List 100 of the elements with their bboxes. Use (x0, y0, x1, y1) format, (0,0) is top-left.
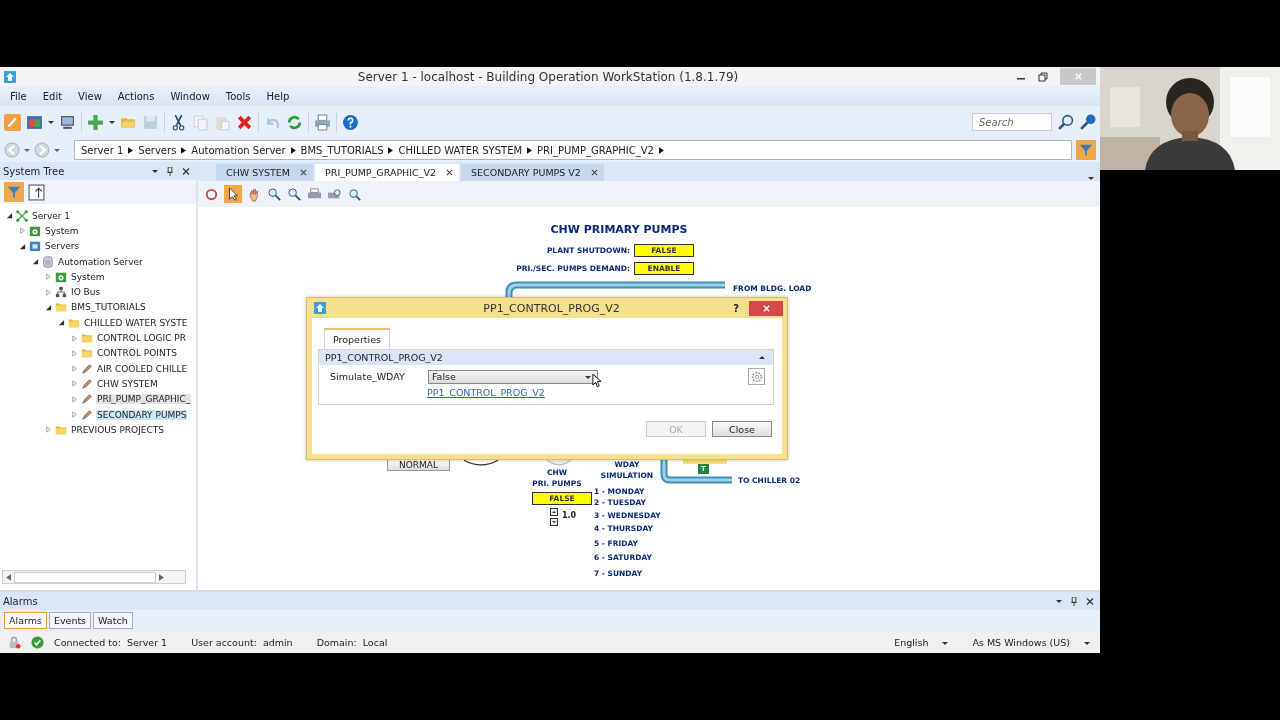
dropdown-icon[interactable] (48, 119, 54, 125)
document-tab[interactable]: SECONDARY PUMPS V2 (461, 164, 604, 181)
tree-item[interactable]: SECONDARY PUMPS (96, 409, 188, 420)
right-arrow-icon[interactable] (159, 573, 164, 581)
tree-item[interactable]: IO Bus (70, 287, 102, 298)
pump-speed: 1.0 (562, 511, 577, 520)
tree-item[interactable]: PRI_PUMP_GRAPHIC_ (96, 394, 192, 405)
cut-icon[interactable] (170, 113, 187, 131)
expanded-arrow-icon[interactable] (6, 212, 13, 220)
menu-item[interactable]: Help (258, 90, 298, 102)
close-icon[interactable] (446, 169, 453, 176)
tree-item[interactable]: PREVIOUS PROJECTS (70, 424, 166, 435)
refresh-icon[interactable] (286, 113, 303, 131)
pin-icon[interactable] (1070, 596, 1078, 606)
object-link[interactable]: PP1_CONTROL_PROG_V2 (427, 387, 545, 398)
menu-item[interactable]: View (70, 90, 110, 102)
language-dropdown[interactable]: English (894, 637, 949, 648)
search-field[interactable]: Search (972, 113, 1052, 131)
tree-item[interactable]: BMS_TUTORIALS (70, 302, 147, 313)
left-arrow-icon[interactable] (6, 573, 11, 581)
close-icon[interactable] (182, 166, 190, 176)
tree-item[interactable]: System (70, 271, 106, 282)
breadcrumb-item[interactable]: BMS_TUTORIALS (300, 144, 384, 156)
breadcrumb-item[interactable]: Server 1 (81, 144, 124, 156)
expanded-arrow-icon[interactable] (45, 303, 52, 311)
pane-tab[interactable]: Watch (93, 612, 133, 629)
menu-item[interactable]: Edit (34, 90, 71, 102)
format-dropdown[interactable]: As MS Windows (US) (972, 637, 1090, 648)
dropdown-icon[interactable] (152, 168, 158, 174)
expanded-arrow-icon[interactable] (19, 242, 26, 250)
collapse-icon[interactable] (759, 354, 765, 361)
search-icon[interactable] (1057, 113, 1074, 131)
breadcrumb-item[interactable]: PRI_PUMP_GRAPHIC_V2 (537, 144, 654, 156)
delete-icon[interactable] (236, 113, 253, 131)
pane-title: Alarms (3, 595, 38, 607)
menu-item[interactable]: Actions (109, 90, 163, 102)
monitor-icon[interactable] (59, 113, 76, 131)
search-help-icon[interactable] (1079, 113, 1096, 131)
dropdown-icon[interactable] (24, 147, 30, 153)
tree-item[interactable]: CONTROL POINTS (96, 348, 178, 359)
restore-icon[interactable] (1038, 71, 1048, 82)
select-tool[interactable] (224, 185, 242, 203)
document-tab[interactable]: CHW SYSTEM (216, 164, 314, 181)
address-bar[interactable]: Server 1 Servers Automation Server BMS_TUTORIALS CHILLED WATER SYSTEM PRI_PUMP_GRAPHIC_V2 (74, 140, 1072, 160)
tree-item[interactable]: AIR COOLED CHILLE (96, 363, 189, 374)
lock-icon (8, 636, 21, 649)
help-button[interactable]: ? (733, 302, 739, 314)
tree-item[interactable]: Automation Server (57, 256, 144, 267)
settings-button[interactable] (748, 368, 765, 385)
increase-icon[interactable] (550, 508, 558, 516)
zoom-icon[interactable] (347, 186, 362, 202)
section-title: PP1_CONTROL_PROG_V2 (325, 352, 443, 363)
zoom-fit-icon[interactable] (204, 186, 219, 202)
breadcrumb-item[interactable]: Automation Server (191, 144, 286, 156)
expanded-arrow-icon[interactable] (58, 319, 65, 327)
help-icon[interactable] (342, 113, 359, 131)
zoom-in-icon[interactable] (267, 186, 282, 202)
add-icon[interactable] (87, 113, 104, 131)
scrollbar[interactable] (2, 570, 186, 584)
close-icon[interactable] (590, 169, 598, 176)
close-dialog-button[interactable]: Close (712, 421, 772, 437)
menu-item[interactable]: Tools (217, 90, 259, 102)
pane-tab[interactable]: Alarms (4, 612, 47, 629)
gear-folder-icon (55, 270, 67, 283)
pencil-icon (81, 393, 93, 406)
pencil-icon (81, 408, 93, 421)
tree-item[interactable]: CHILLED WATER SYSTE (83, 317, 189, 328)
gear-folder-icon (29, 224, 41, 237)
breadcrumb-item[interactable]: Servers (138, 144, 177, 156)
tree-item[interactable]: CONTROL LOGIC PR (96, 333, 188, 343)
expanded-arrow-icon[interactable] (32, 258, 39, 266)
network-icon (16, 209, 28, 222)
menu-item[interactable]: File (2, 90, 35, 102)
zoom-out-icon[interactable] (287, 186, 302, 202)
close-icon[interactable] (1086, 596, 1094, 606)
tree-item[interactable]: Servers (44, 241, 81, 252)
app-icon (4, 70, 16, 83)
status-value: admin (262, 637, 293, 648)
close-icon[interactable] (300, 169, 308, 176)
document-tab[interactable]: PRI_PUMP_GRAPHIC_V2 (315, 164, 459, 181)
dialog-tab[interactable]: Properties (324, 328, 390, 349)
tree-item[interactable]: CHW SYSTEM (96, 378, 159, 389)
close-button[interactable] (749, 300, 783, 316)
status-label: User account: (191, 637, 257, 648)
pin-icon[interactable] (166, 166, 174, 176)
close-icon (761, 303, 771, 313)
dropdown-icon[interactable] (54, 147, 60, 153)
breadcrumb-item[interactable]: CHILLED WATER SYSTEM (398, 144, 523, 156)
tree-item[interactable]: System (44, 225, 80, 236)
dropdown-icon[interactable] (109, 119, 115, 125)
app-icon (314, 302, 326, 314)
value-dropdown[interactable]: False (428, 369, 598, 384)
print-icon[interactable] (314, 113, 331, 131)
pane-tab[interactable]: Events (48, 612, 92, 629)
tree-item[interactable]: Server 1 (31, 210, 72, 221)
window-icon[interactable] (26, 113, 43, 131)
collapse-icon[interactable] (28, 183, 45, 201)
menu-item[interactable]: Window (162, 90, 218, 102)
dropdown-icon[interactable] (1056, 598, 1062, 604)
decrease-icon[interactable] (550, 518, 558, 526)
